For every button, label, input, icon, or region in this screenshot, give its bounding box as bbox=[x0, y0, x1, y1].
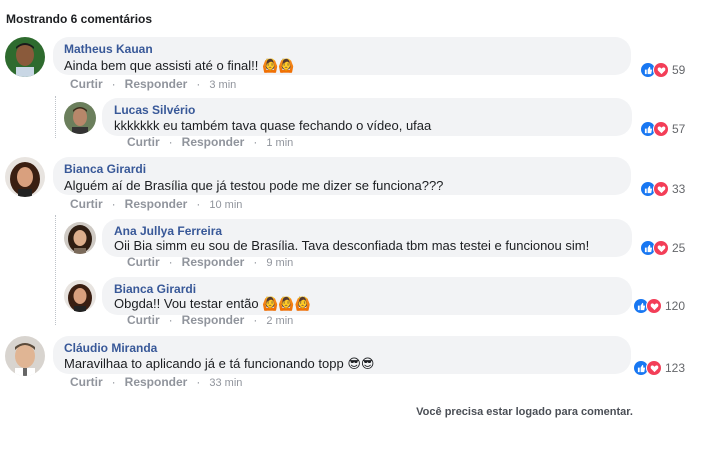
login-to-comment-notice: Você precisa estar logado para comentar. bbox=[416, 406, 633, 418]
comment-time[interactable]: 9 min bbox=[266, 257, 293, 269]
reaction-count: 123 bbox=[665, 361, 686, 375]
comment-author[interactable]: Lucas Silvério bbox=[114, 103, 195, 117]
love-reaction-icon bbox=[646, 360, 662, 376]
comment-time[interactable]: 1 min bbox=[266, 137, 293, 149]
separator: · bbox=[253, 255, 258, 269]
reply-button[interactable]: Responder bbox=[125, 197, 188, 211]
comment-text: Obgda!! Vou testar então 🙆🙆🙆 bbox=[114, 296, 311, 312]
comment-author[interactable]: Ana Jullya Ferreira bbox=[114, 224, 222, 238]
separator: · bbox=[196, 77, 201, 91]
like-button[interactable]: Curtir bbox=[127, 255, 160, 269]
comment-text: kkkkkkk eu também tava quase fechando o … bbox=[114, 118, 432, 133]
sunglasses-emoji-icon: 😎😎 bbox=[347, 356, 375, 371]
thread-line bbox=[55, 215, 56, 325]
reply-button[interactable]: Responder bbox=[182, 313, 245, 327]
reactions-summary[interactable]: 59 bbox=[640, 62, 685, 78]
separator: · bbox=[196, 375, 201, 389]
comment-time[interactable]: 33 min bbox=[209, 377, 242, 389]
like-button[interactable]: Curtir bbox=[127, 135, 160, 149]
reply-button[interactable]: Responder bbox=[182, 255, 245, 269]
reaction-count: 120 bbox=[665, 299, 686, 313]
comment-text-content: Ainda bem que assisti até o final!! bbox=[64, 58, 259, 73]
reply-button[interactable]: Responder bbox=[125, 77, 188, 91]
reactions-summary[interactable]: 120 bbox=[633, 298, 685, 314]
avatar[interactable] bbox=[64, 222, 96, 254]
reactions-summary[interactable]: 33 bbox=[640, 181, 685, 197]
reply-button[interactable]: Responder bbox=[125, 375, 188, 389]
separator: · bbox=[253, 313, 258, 327]
reaction-count: 57 bbox=[672, 122, 686, 136]
separator: · bbox=[168, 255, 173, 269]
separator: · bbox=[111, 77, 116, 91]
comment-time[interactable]: 3 min bbox=[209, 79, 236, 91]
comment-actions: Curtir · Responder · 2 min bbox=[127, 313, 293, 327]
comment-text: Maravilhaa to aplicando já e tá funciona… bbox=[64, 356, 374, 372]
reactions-summary[interactable]: 25 bbox=[640, 240, 685, 256]
comment-text: Alguém aí de Brasília que já testou pode… bbox=[64, 178, 444, 193]
comment-actions: Curtir · Responder · 3 min bbox=[70, 77, 236, 91]
comment-text: Ainda bem que assisti até o final!! 🙆🙆 bbox=[64, 58, 294, 74]
comment-time[interactable]: 10 min bbox=[209, 199, 242, 211]
comments-count-title: Mostrando 6 comentários bbox=[6, 12, 153, 26]
avatar[interactable] bbox=[64, 102, 96, 134]
comment-author[interactable]: Bianca Girardi bbox=[64, 162, 146, 176]
like-button[interactable]: Curtir bbox=[70, 77, 103, 91]
comment-author[interactable]: Matheus Kauan bbox=[64, 42, 153, 56]
love-reaction-icon bbox=[646, 298, 662, 314]
separator: · bbox=[168, 135, 173, 149]
reaction-count: 59 bbox=[672, 63, 686, 77]
separator: · bbox=[196, 197, 201, 211]
comment-time[interactable]: 2 min bbox=[266, 315, 293, 327]
avatar[interactable] bbox=[5, 157, 45, 197]
comment-author[interactable]: Cláudio Miranda bbox=[64, 341, 157, 355]
separator: · bbox=[111, 375, 116, 389]
reaction-count: 25 bbox=[672, 241, 686, 255]
reactions-summary[interactable]: 57 bbox=[640, 121, 685, 137]
separator: · bbox=[111, 197, 116, 211]
comment-actions: Curtir · Responder · 1 min bbox=[127, 135, 293, 149]
avatar[interactable] bbox=[5, 336, 45, 376]
comment-actions: Curtir · Responder · 33 min bbox=[70, 375, 242, 389]
comment-text: Oii Bia simm eu sou de Brasília. Tava de… bbox=[114, 238, 590, 253]
love-reaction-icon bbox=[653, 240, 669, 256]
comment-actions: Curtir · Responder · 10 min bbox=[70, 197, 242, 211]
thread-line bbox=[55, 96, 56, 138]
separator: · bbox=[168, 313, 173, 327]
love-reaction-icon bbox=[653, 62, 669, 78]
comment-text-content: Maravilhaa to aplicando já e tá funciona… bbox=[64, 356, 344, 371]
like-button[interactable]: Curtir bbox=[70, 375, 103, 389]
emoji-icon: 🙆🙆 bbox=[262, 58, 295, 73]
like-button[interactable]: Curtir bbox=[70, 197, 103, 211]
like-button[interactable]: Curtir bbox=[127, 313, 160, 327]
separator: · bbox=[253, 135, 258, 149]
comment-author[interactable]: Bianca Girardi bbox=[114, 282, 196, 296]
avatar[interactable] bbox=[5, 37, 45, 77]
reaction-count: 33 bbox=[672, 182, 686, 196]
love-reaction-icon bbox=[653, 181, 669, 197]
reactions-summary[interactable]: 123 bbox=[633, 360, 685, 376]
avatar[interactable] bbox=[64, 280, 96, 312]
reply-button[interactable]: Responder bbox=[182, 135, 245, 149]
comment-text-content: Obgda!! Vou testar então bbox=[114, 296, 259, 311]
love-reaction-icon bbox=[653, 121, 669, 137]
comment-actions: Curtir · Responder · 9 min bbox=[127, 255, 293, 269]
emoji-icon: 🙆🙆🙆 bbox=[262, 296, 311, 311]
